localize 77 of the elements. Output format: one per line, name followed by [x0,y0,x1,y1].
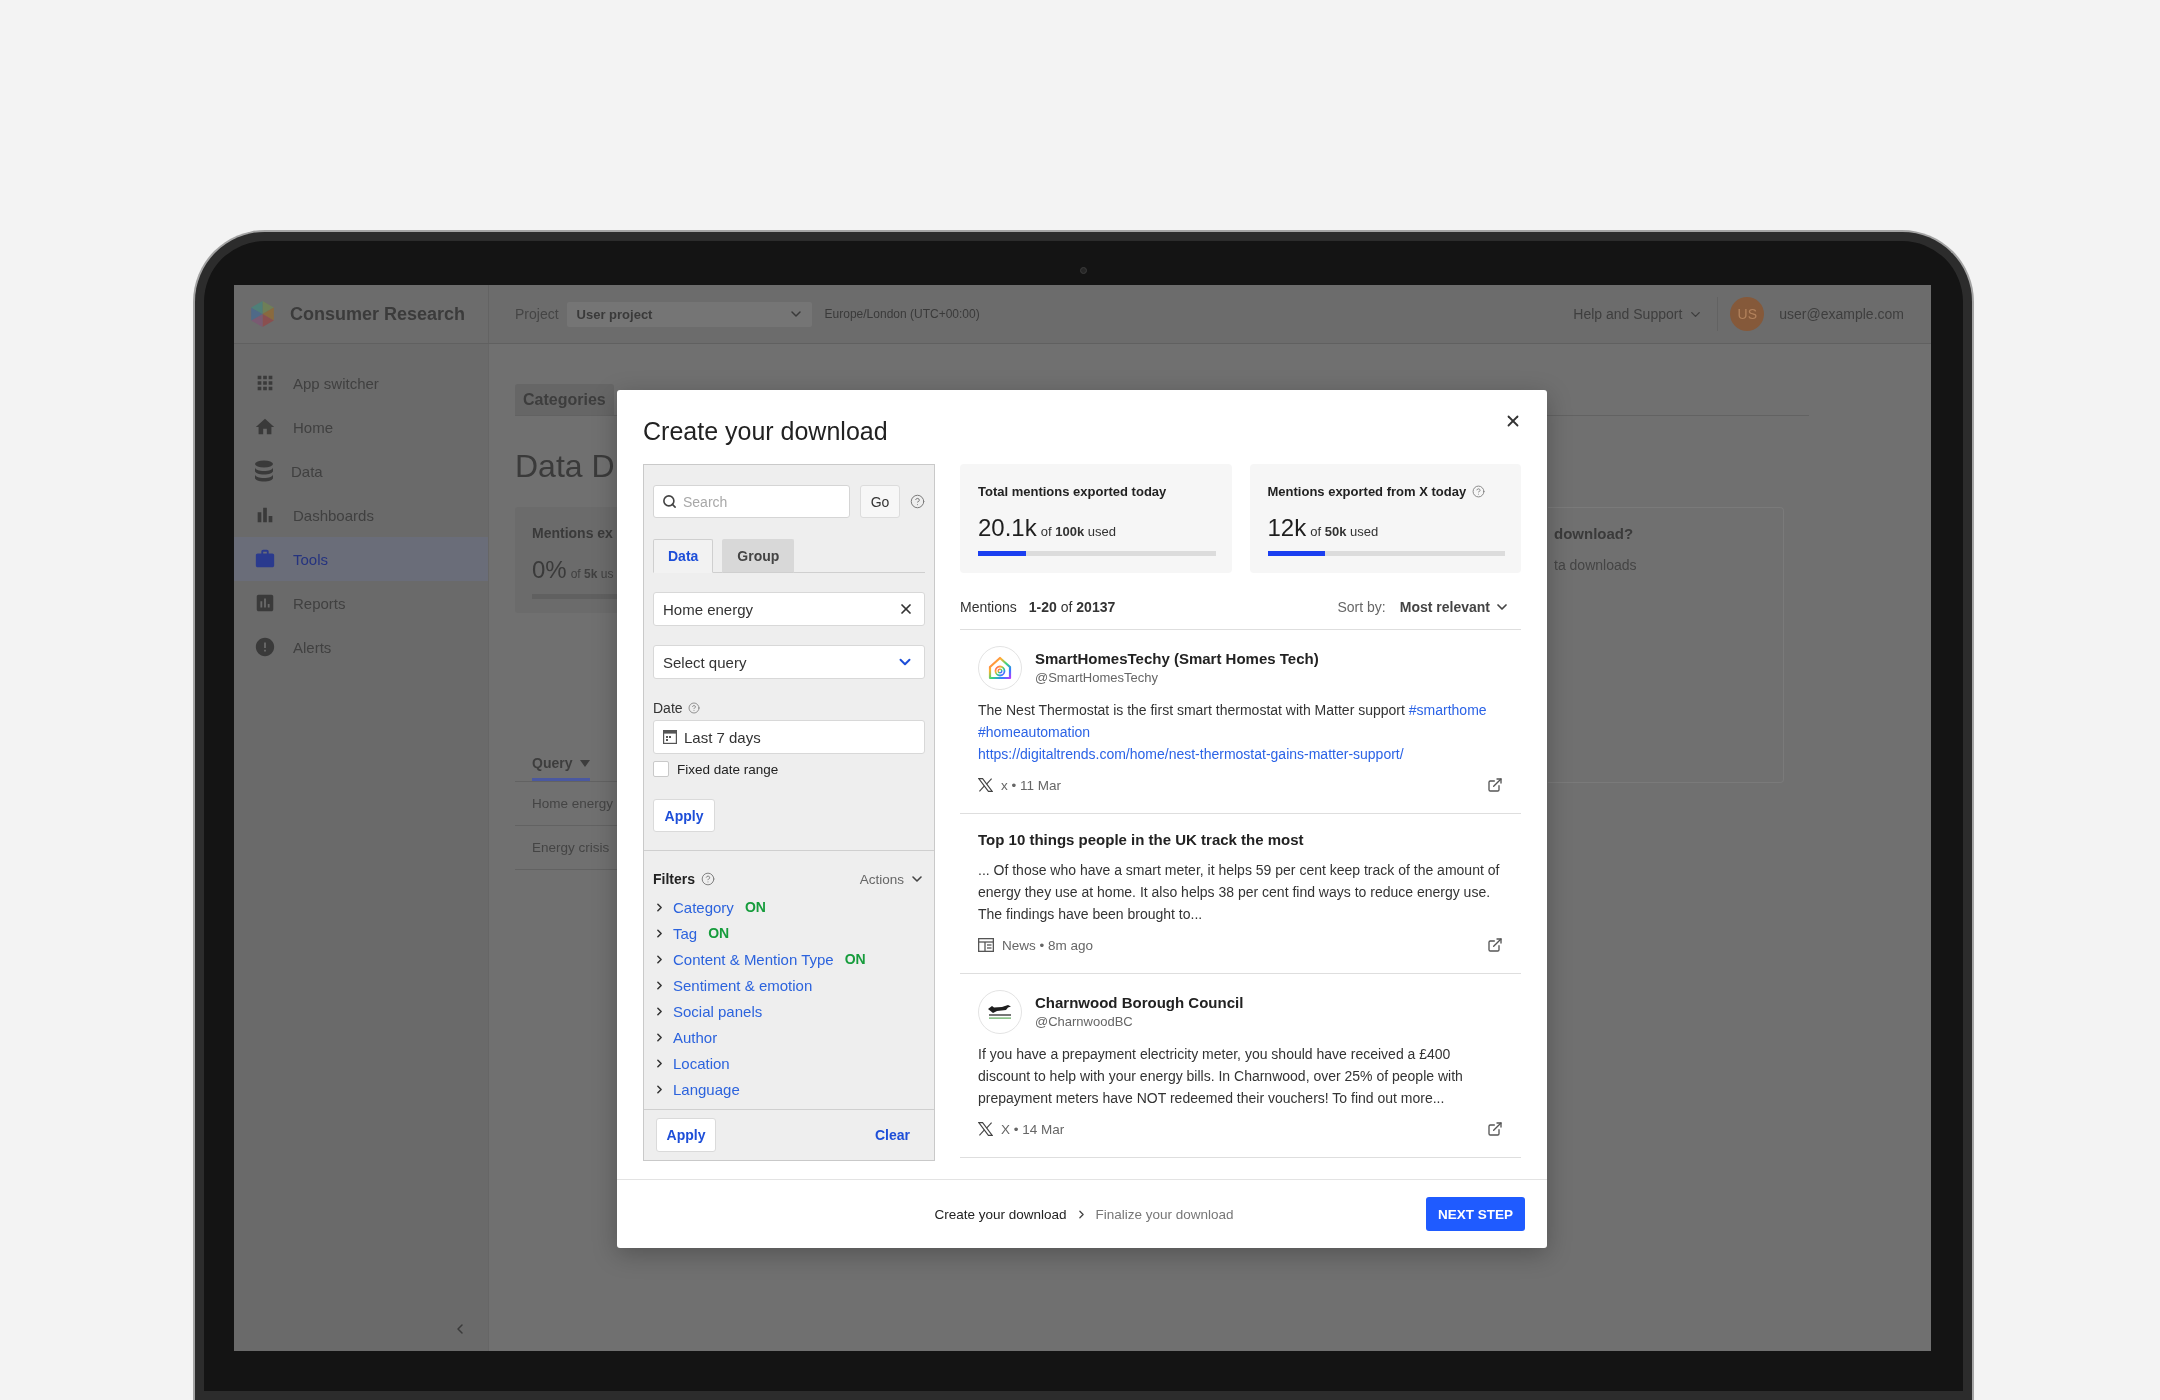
author-handle: @SmartHomesTechy [1035,669,1159,687]
x-logo-icon [978,1122,993,1136]
author-name: SmartHomesTechy (Smart Homes Tech) [1035,649,1319,669]
author-handle: @CharnwoodBC [1035,1013,1134,1031]
help-icon[interactable] [701,872,715,886]
date-field[interactable]: Last 7 days [653,720,925,754]
dataset-field[interactable]: Home energy [653,592,925,626]
breadcrumb-step: Create your download [934,1206,1067,1222]
post-text: If you have a prepayment electricity meter, you should have received a £400 discount to help with your energy bills. In Charnwood, over 25% of people with prepayment meters have NOT redeemed their vouchers! To find out more... [978,1045,1464,1108]
breadcrumb-step: Finalize your download [1095,1206,1234,1222]
filter-item[interactable]: Sentiment & emotion [653,972,925,998]
modal-title: Create your download [643,416,888,446]
project-select[interactable]: User project [566,301,812,327]
stat-detail: of 50k used [1310,524,1379,539]
post-meta: News • 8m ago [1002,937,1093,953]
tab[interactable]: Data [653,539,714,573]
x-logo-icon [978,778,993,792]
sort-label: Sort by: [1337,599,1386,615]
search-icon [662,494,677,509]
field-label: Date [653,700,683,716]
go-button[interactable]: Go [860,485,900,518]
report-chart-icon [254,592,276,614]
next-step-button[interactable]: NEXT STEP [1426,1197,1525,1231]
clear-button[interactable]: Clear [874,1127,910,1143]
filter-item[interactable]: Category ON [653,894,925,920]
hashtag-link[interactable]: #smarthome [1408,702,1487,718]
filter-item[interactable]: Social panels [653,998,925,1024]
search-field[interactable]: Search [653,485,850,518]
apply-button[interactable]: Apply [656,1118,716,1152]
external-link-icon[interactable] [1487,1121,1503,1137]
filter-status: ON [844,951,866,967]
filter-item[interactable]: Location [653,1050,925,1076]
house-avatar-icon [978,646,1022,690]
actions-menu[interactable]: Actions [859,871,925,887]
post-text: The Nest Thermostat is the first smart thermostat with Matter support #smarthome #homeautomation https://digitaltrends.com/home/nest-thermostat-gains-matter-support/ [978,701,1488,764]
briefcase-icon [254,548,276,570]
alert-icon [254,636,276,658]
database-icon [254,460,274,482]
filter-status: ON [708,925,730,941]
stat-detail: of 100k used [1040,524,1116,539]
filter-status: ON [744,899,766,915]
stat-title: Mentions exported from X today [1267,483,1467,499]
url-link[interactable]: https://digitaltrends.com/home/nest-thermostat-gains-matter-support/ [978,746,1404,762]
checkbox[interactable] [653,761,669,777]
hexagon-logo-icon [251,301,274,327]
help-icon[interactable] [1472,484,1486,498]
hashtag-link[interactable]: #homeautomation [978,724,1091,740]
article-title: Top 10 things people in the UK track the most [978,830,1305,850]
stat-title: Total mentions exported today [978,483,1167,499]
mentions-label: Mentions [960,599,1017,615]
article-text: ... Of those who have a smart meter, it helps 59 per cent keep track of the amount of energy they use at home. It also helps 38 per cent find ways to reduce energy use. The findings have been brought to... [978,861,1501,924]
author-name: Charnwood Borough Council [1035,993,1244,1013]
filters-title: Filters [653,871,695,887]
filter-item[interactable]: Content & Mention Type ON [653,946,925,972]
filter-item[interactable]: Tag ON [653,920,925,946]
tab[interactable]: Group [722,539,795,573]
apply-button[interactable]: Apply [653,799,715,832]
external-link-icon[interactable] [1487,937,1503,953]
stat-value: 20.1k [978,514,1037,542]
mentions-range: 1-20 of 20137 [1028,599,1116,615]
calendar-icon [663,730,677,744]
camera-icon [1080,267,1087,274]
logo-avatar-icon [978,990,1022,1034]
newspaper-icon [978,938,994,952]
help-icon[interactable] [687,702,700,714]
post-meta: x • 11 Mar [1001,777,1061,793]
filter-item[interactable]: Language [653,1076,925,1102]
external-link-icon[interactable] [1487,777,1503,793]
post-meta: X • 14 Mar [1001,1121,1065,1137]
query-select[interactable]: Select query [653,645,925,679]
stat-value: 12k [1267,514,1307,542]
help-icon[interactable] [910,494,925,509]
filter-item[interactable]: Author [653,1024,925,1050]
sort-dropdown[interactable]: Most relevant [1399,599,1510,615]
checkbox-label: Fixed date range [677,761,779,777]
clear-icon[interactable] [898,601,914,617]
caret-down-icon [580,759,591,767]
